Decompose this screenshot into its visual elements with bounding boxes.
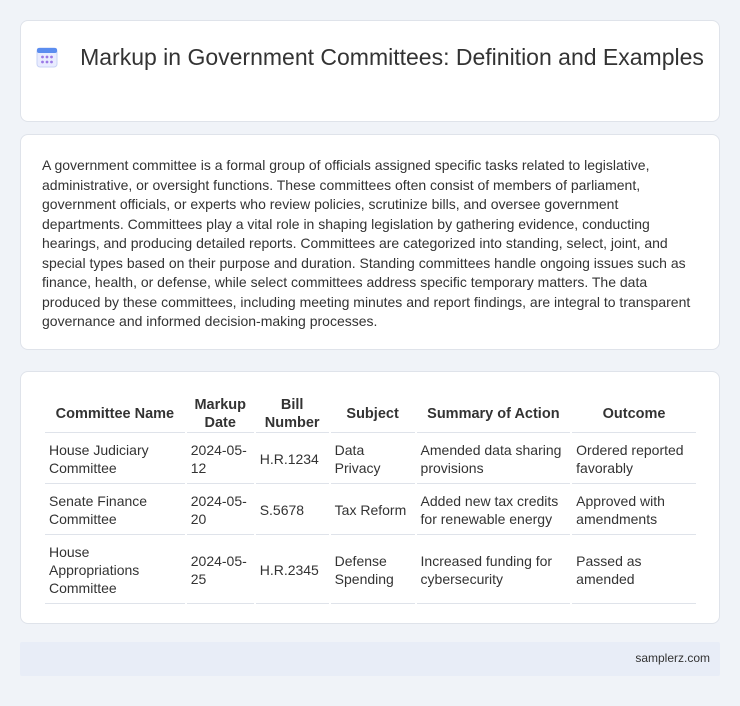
- cell-summary-of-action: Increased funding for cybersecurity: [416, 537, 571, 604]
- cell-committee-name: House Judiciary Committee: [45, 435, 185, 484]
- table-row: Senate Finance Committee 2024-05-20 S.56…: [45, 486, 696, 535]
- page: Markup in Government Committees: Definit…: [0, 0, 740, 706]
- cell-summary-of-action: Added new tax credits for renewable ener…: [416, 486, 571, 535]
- calendar-icon: [36, 47, 58, 68]
- header-subject: Subject: [330, 395, 415, 433]
- markup-table: Committee Name Markup Date Bill Number S…: [43, 393, 698, 606]
- header-committee-name: Committee Name: [45, 395, 185, 433]
- cell-outcome: Approved with amendments: [572, 486, 696, 535]
- cell-outcome: Ordered reported favorably: [572, 435, 696, 484]
- table-row: House Appropriations Committee 2024-05-2…: [45, 537, 696, 604]
- cell-committee-name: House Appropriations Committee: [45, 537, 185, 604]
- footer-site-link[interactable]: samplerz.com: [635, 651, 710, 665]
- description-card: A government committee is a formal group…: [20, 134, 720, 350]
- header-summary-of-action: Summary of Action: [416, 395, 571, 433]
- page-title-text: Markup in Government Committees: Definit…: [80, 44, 704, 70]
- header-outcome: Outcome: [572, 395, 696, 433]
- cell-markup-date: 2024-05-20: [186, 486, 254, 535]
- table-header-row: Committee Name Markup Date Bill Number S…: [45, 395, 696, 433]
- header-bill-number: Bill Number: [255, 395, 329, 433]
- cell-bill-number: H.R.1234: [255, 435, 329, 484]
- cell-subject: Data Privacy: [330, 435, 415, 484]
- cell-outcome: Passed as amended: [572, 537, 696, 604]
- footer: samplerz.com: [20, 642, 720, 676]
- cell-markup-date: 2024-05-12: [186, 435, 254, 484]
- cell-bill-number: S.5678: [255, 486, 329, 535]
- page-title: Markup in Government Committees: Definit…: [21, 43, 719, 72]
- cell-subject: Defense Spending: [330, 537, 415, 604]
- cell-committee-name: Senate Finance Committee: [45, 486, 185, 535]
- description-text: A government committee is a formal group…: [42, 157, 691, 329]
- cell-markup-date: 2024-05-25: [186, 537, 254, 604]
- cell-summary-of-action: Amended data sharing provisions: [416, 435, 571, 484]
- table-row: House Judiciary Committee 2024-05-12 H.R…: [45, 435, 696, 484]
- header-markup-date: Markup Date: [186, 395, 254, 433]
- header-card: Markup in Government Committees: Definit…: [20, 20, 720, 122]
- table-card: Committee Name Markup Date Bill Number S…: [20, 371, 720, 624]
- cell-bill-number: H.R.2345: [255, 537, 329, 604]
- cell-subject: Tax Reform: [330, 486, 415, 535]
